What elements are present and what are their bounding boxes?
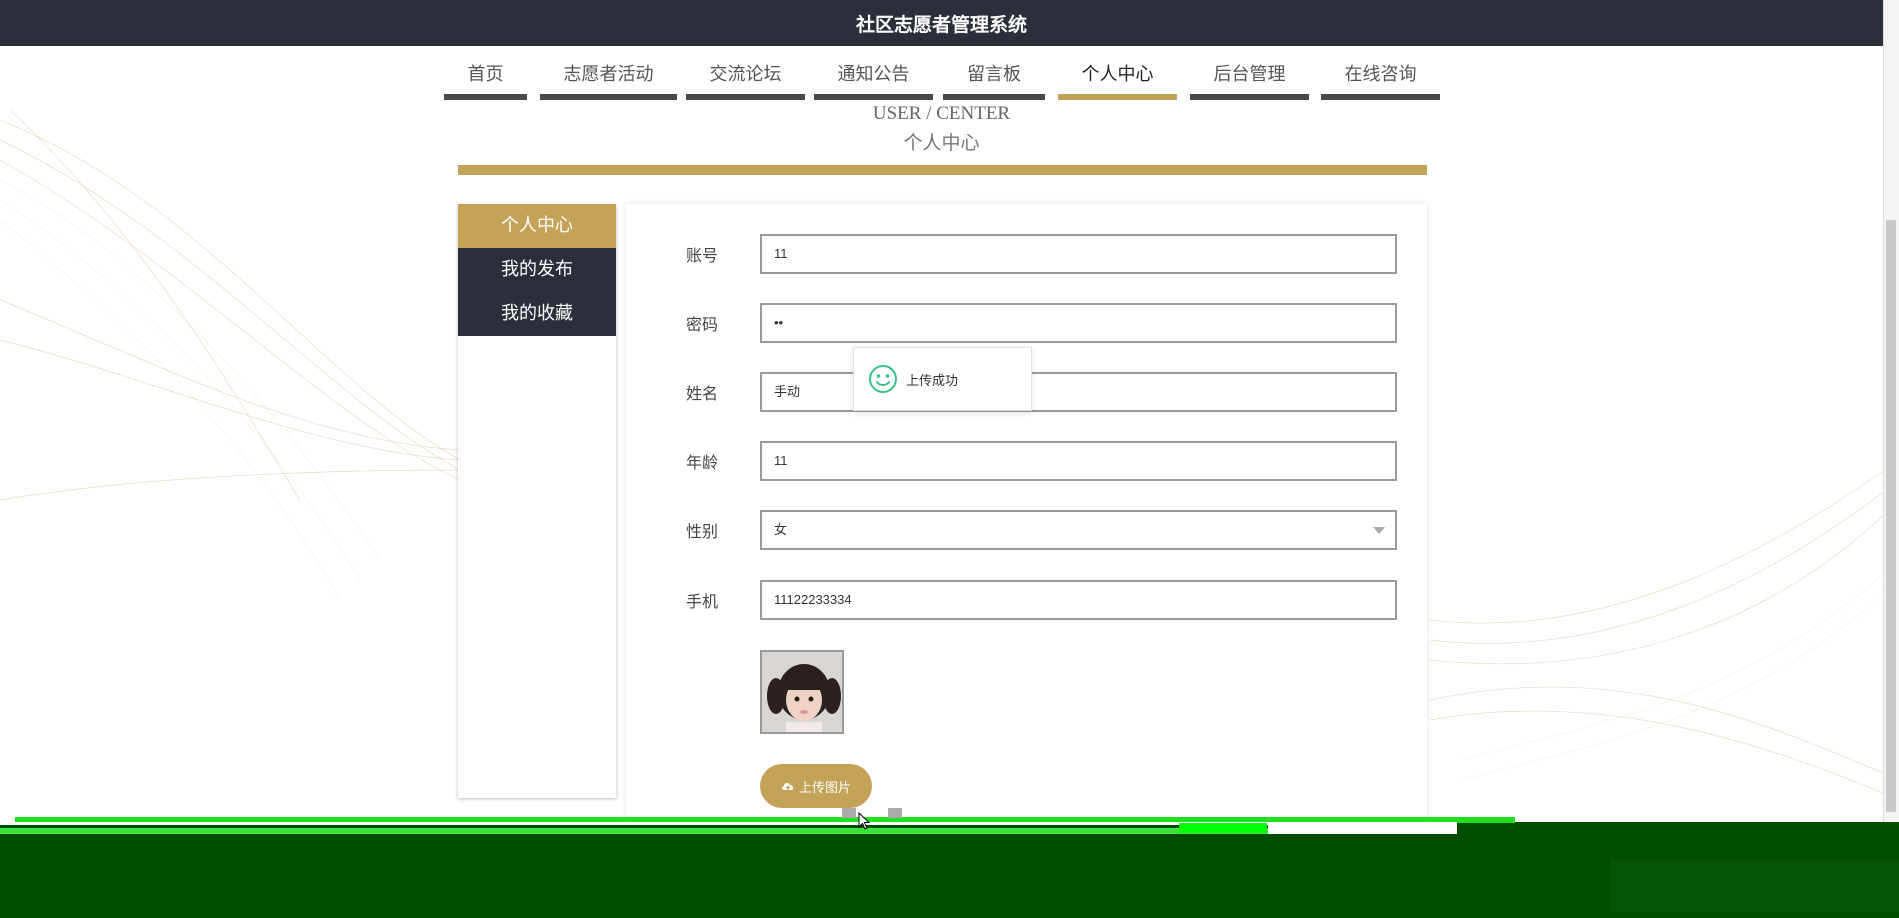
nav-item-volunteer-activities[interactable]: 志愿者活动 <box>540 60 677 100</box>
gender-label: 性别 <box>686 522 719 541</box>
nav-item-admin[interactable]: 后台管理 <box>1190 60 1309 100</box>
name-label: 姓名 <box>686 384 719 403</box>
capture-artifact-block <box>1268 824 1457 834</box>
sidebar-item-my-favorites[interactable]: 我的收藏 <box>458 292 616 336</box>
title-divider <box>458 165 1427 175</box>
sidebar-item-my-posts[interactable]: 我的发布 <box>458 248 616 292</box>
cloud-upload-icon <box>782 783 794 791</box>
nav-item-personal-center[interactable]: 个人中心 <box>1058 60 1177 100</box>
nav-item-notices[interactable]: 通知公告 <box>814 60 933 100</box>
nav-item-online-consult[interactable]: 在线咨询 <box>1321 60 1440 100</box>
success-toast: 上传成功 <box>853 347 1032 411</box>
nav-item-message-board[interactable]: 留言板 <box>943 60 1045 100</box>
toast-message: 上传成功 <box>906 373 959 389</box>
account-label: 账号 <box>686 246 719 265</box>
age-input[interactable]: 11 <box>760 441 1397 481</box>
account-input[interactable]: 11 <box>760 234 1397 274</box>
page-title: 个人中心 <box>903 133 980 154</box>
gender-select[interactable]: 女 <box>760 510 1397 550</box>
sidebar: 个人中心 我的发布 我的收藏 <box>458 204 616 798</box>
avatar-image <box>760 650 844 734</box>
phone-input[interactable]: 11122233334 <box>760 580 1397 620</box>
age-label: 年龄 <box>686 453 719 472</box>
chevron-down-icon <box>1373 527 1385 534</box>
upload-image-button[interactable]: 上传图片 <box>760 764 872 808</box>
page-title-en: USER / CENTER <box>872 103 1011 124</box>
main-nav: 首页 志愿者活动 交流论坛 通知公告 留言板 个人中心 后台管理 在线咨询 <box>0 60 1899 100</box>
app-title-bar: 社区志愿者管理系统 <box>0 0 1883 46</box>
capture-artifact-fade <box>1610 860 1899 912</box>
nav-item-home[interactable]: 首页 <box>444 60 527 100</box>
app-title: 社区志愿者管理系统 <box>855 13 1027 36</box>
upload-image-label: 上传图片 <box>798 780 851 796</box>
sidebar-item-personal-center[interactable]: 个人中心 <box>458 204 616 248</box>
mouse-cursor-icon <box>858 812 870 830</box>
password-input[interactable]: •• <box>760 303 1397 343</box>
password-label: 密码 <box>686 315 719 334</box>
page-scrollbar-thumb[interactable] <box>1886 220 1896 812</box>
smile-icon <box>869 365 897 393</box>
profile-form: 账号 11 密码 •• 姓名 手动 年龄 11 性别 女 手机 11122233… <box>626 204 1427 824</box>
gender-value: 女 <box>774 522 788 537</box>
phone-label: 手机 <box>686 592 719 611</box>
nav-item-forum[interactable]: 交流论坛 <box>686 60 805 100</box>
capture-artifact-pixel <box>888 808 902 818</box>
capture-artifact-block <box>1179 823 1267 833</box>
capture-artifact-pixel <box>842 808 856 818</box>
